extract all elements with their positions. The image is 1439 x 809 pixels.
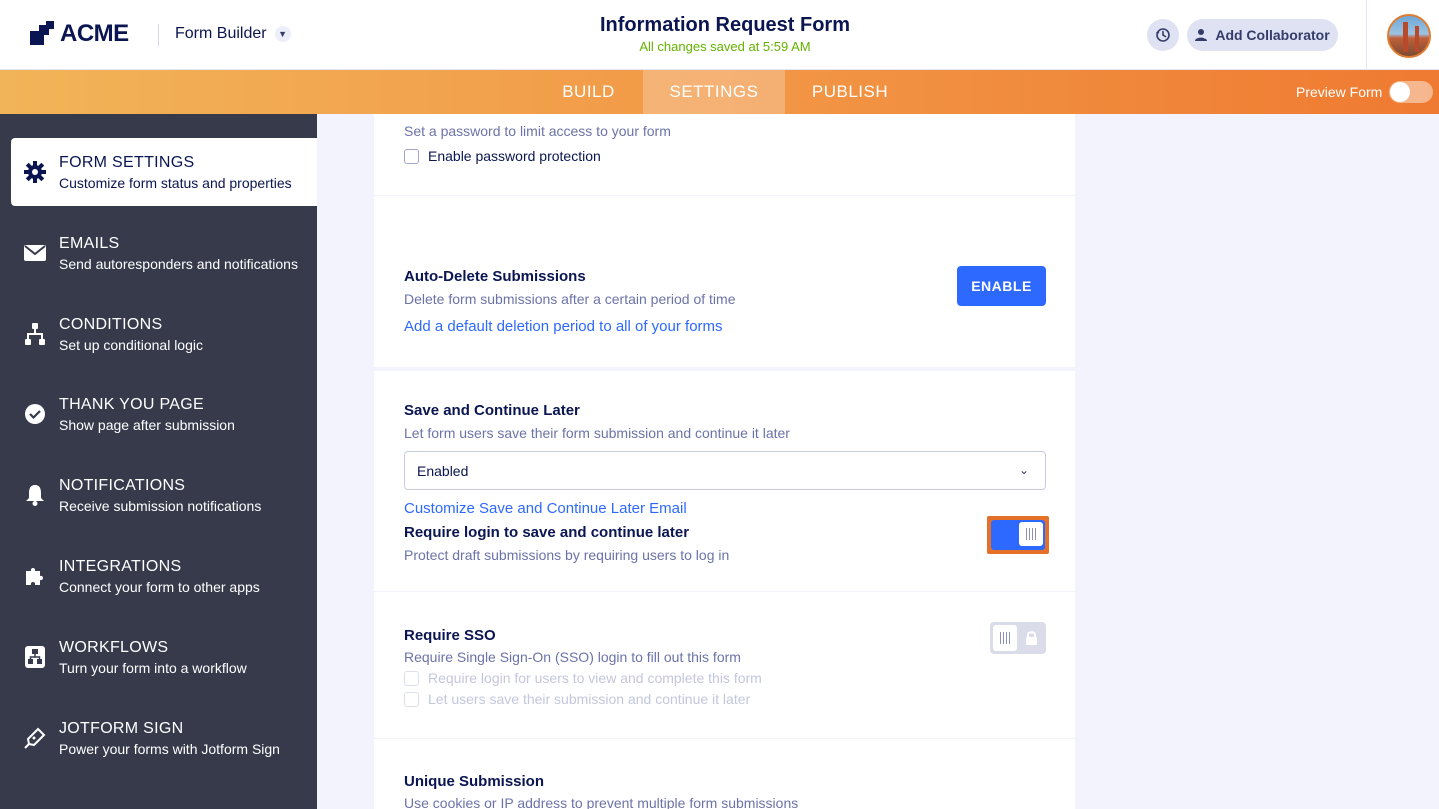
sidebar-item-label: FORM SETTINGS bbox=[59, 154, 195, 171]
tab-settings[interactable]: SETTINGS bbox=[643, 70, 785, 114]
auto-delete-card: Auto-Delete Submissions Delete form subm… bbox=[374, 196, 1075, 367]
sso-view-complete-label: Require login for users to view and comp… bbox=[428, 670, 762, 686]
save-continue-select[interactable]: Enabled ⌄ bbox=[404, 451, 1046, 490]
tab-build[interactable]: BUILD bbox=[541, 70, 636, 114]
sidebar-item-label: EMAILS bbox=[59, 235, 120, 252]
chevron-down-icon: ⌄ bbox=[1018, 463, 1029, 477]
sidebar-item-sub: Connect your form to other apps bbox=[59, 579, 260, 595]
toggle-grip-icon bbox=[1019, 522, 1043, 546]
default-deletion-period-link[interactable]: Add a default deletion period to all of … bbox=[404, 318, 723, 335]
preview-form-label: Preview Form bbox=[1296, 84, 1383, 100]
require-sso-toggle bbox=[990, 622, 1046, 654]
save-continue-card: Save and Continue Later Let form users s… bbox=[374, 371, 1075, 591]
sidebar-item-label: NOTIFICATIONS bbox=[59, 477, 186, 494]
preview-form-toggle[interactable] bbox=[1389, 81, 1433, 103]
password-protection-card: Set a password to limit access to your f… bbox=[374, 114, 1075, 195]
sidebar-item-integrations[interactable]: INTEGRATIONS Connect your form to other … bbox=[11, 542, 317, 610]
require-login-title: Require login to save and continue later bbox=[404, 524, 690, 541]
form-title[interactable]: Information Request Form bbox=[520, 14, 930, 37]
toggle-grip-icon bbox=[993, 625, 1017, 651]
enable-password-protection-checkbox[interactable] bbox=[404, 148, 419, 164]
save-continue-description: Let form users save their form submissio… bbox=[404, 425, 790, 441]
save-continue-title: Save and Continue Later bbox=[404, 402, 580, 419]
sidebar-item-label: CONDITIONS bbox=[59, 316, 163, 333]
logo-text: ACME bbox=[60, 20, 129, 47]
preview-toggle-knob bbox=[1390, 82, 1410, 102]
sso-save-continue-checkbox bbox=[404, 691, 419, 707]
save-status: All changes saved at 5:59 AM bbox=[639, 39, 811, 54]
require-sso-title: Require SSO bbox=[404, 627, 496, 644]
sidebar-item-sub: Power your forms with Jotform Sign bbox=[59, 741, 280, 757]
history-button[interactable] bbox=[1147, 19, 1179, 51]
auto-delete-description: Delete form submissions after a certain … bbox=[404, 291, 736, 307]
sidebar-item-sub: Turn your form into a workflow bbox=[59, 660, 247, 676]
history-icon bbox=[1156, 28, 1170, 42]
sso-save-continue-row: Let users save their submission and cont… bbox=[404, 691, 750, 707]
form-builder-dropdown[interactable]: Form Builder ▼ bbox=[175, 25, 291, 43]
workflow-icon bbox=[23, 645, 47, 669]
customize-save-continue-email-link[interactable]: Customize Save and Continue Later Email bbox=[404, 500, 687, 517]
enable-password-protection-label: Enable password protection bbox=[428, 148, 601, 164]
sidebar-item-workflows[interactable]: WORKFLOWS Turn your form into a workflow bbox=[11, 623, 317, 691]
hierarchy-icon bbox=[23, 322, 47, 346]
user-avatar[interactable] bbox=[1387, 14, 1431, 58]
unique-submission-title: Unique Submission bbox=[404, 773, 545, 790]
unique-submission-card: Unique Submission Use cookies or IP addr… bbox=[374, 739, 1075, 809]
logo-mark-icon bbox=[30, 21, 56, 47]
avatar-bridge-tower bbox=[1403, 22, 1408, 52]
sidebar-item-sub: Set up conditional logic bbox=[59, 337, 203, 353]
require-sso-description: Require Single Sign-On (SSO) login to fi… bbox=[404, 649, 741, 665]
sso-save-continue-label: Let users save their submission and cont… bbox=[428, 691, 751, 707]
sidebar-item-sub: Show page after submission bbox=[59, 417, 235, 433]
pen-icon bbox=[23, 726, 47, 750]
acme-logo[interactable]: ACME bbox=[30, 20, 129, 48]
header-divider bbox=[158, 24, 159, 46]
sidebar-item-jotform-sign[interactable]: JOTFORM SIGN Power your forms with Jotfo… bbox=[11, 704, 317, 772]
settings-sidebar: FORM SETTINGS Customize form status and … bbox=[0, 114, 317, 809]
header-separator bbox=[1366, 0, 1367, 70]
enable-auto-delete-button[interactable]: ENABLE bbox=[957, 266, 1046, 306]
password-protection-description: Set a password to limit access to your f… bbox=[404, 123, 671, 139]
unique-submission-description: Use cookies or IP address to prevent mul… bbox=[404, 795, 799, 809]
check-circle-icon bbox=[23, 402, 47, 426]
sidebar-item-label: INTEGRATIONS bbox=[59, 558, 182, 575]
sidebar-item-form-settings[interactable]: FORM SETTINGS Customize form status and … bbox=[11, 138, 317, 206]
tab-publish[interactable]: PUBLISH bbox=[792, 70, 908, 114]
bell-icon bbox=[23, 483, 47, 507]
sidebar-item-sub: Customize form status and properties bbox=[59, 175, 292, 191]
chevron-down-icon: ▼ bbox=[274, 26, 291, 42]
sidebar-item-emails[interactable]: EMAILS Send autoresponders and notificat… bbox=[11, 219, 317, 287]
puzzle-icon bbox=[23, 564, 47, 588]
lock-icon bbox=[1026, 631, 1037, 645]
sidebar-item-label: JOTFORM SIGN bbox=[59, 720, 184, 737]
sidebar-item-label: WORKFLOWS bbox=[59, 639, 169, 656]
sidebar-item-sub: Send autoresponders and notifications bbox=[59, 256, 298, 272]
main-tab-bar: BUILD SETTINGS PUBLISH Preview Form bbox=[0, 70, 1439, 114]
avatar-bridge-tower-2 bbox=[1415, 26, 1419, 52]
add-collaborator-button[interactable]: Add Collaborator bbox=[1187, 19, 1338, 51]
auto-delete-title: Auto-Delete Submissions bbox=[404, 268, 586, 285]
require-sso-card: Require SSO Require Single Sign-On (SSO)… bbox=[374, 592, 1075, 738]
form-title-block: Information Request Form All changes sav… bbox=[520, 14, 930, 54]
add-collaborator-label: Add Collaborator bbox=[1215, 27, 1330, 43]
require-login-toggle[interactable] bbox=[987, 516, 1049, 554]
enable-password-protection-row[interactable]: Enable password protection bbox=[404, 148, 601, 164]
sidebar-item-label: THANK YOU PAGE bbox=[59, 396, 204, 413]
sidebar-item-notifications[interactable]: NOTIFICATIONS Receive submission notific… bbox=[11, 461, 317, 529]
sso-view-complete-checkbox bbox=[404, 670, 419, 686]
form-builder-label: Form Builder bbox=[175, 25, 267, 42]
gear-icon bbox=[23, 160, 47, 184]
sidebar-item-sub: Receive submission notifications bbox=[59, 498, 262, 514]
sidebar-item-thank-you-page[interactable]: THANK YOU PAGE Show page after submissio… bbox=[11, 380, 317, 448]
save-continue-select-value: Enabled bbox=[417, 462, 469, 479]
envelope-icon bbox=[23, 241, 47, 265]
top-header: ACME Form Builder ▼ Information Request … bbox=[0, 0, 1439, 70]
user-plus-icon bbox=[1195, 29, 1210, 41]
sidebar-item-conditions[interactable]: CONDITIONS Set up conditional logic bbox=[11, 300, 317, 368]
sso-view-complete-row: Require login for users to view and comp… bbox=[404, 670, 762, 686]
require-login-description: Protect draft submissions by requiring u… bbox=[404, 547, 730, 563]
